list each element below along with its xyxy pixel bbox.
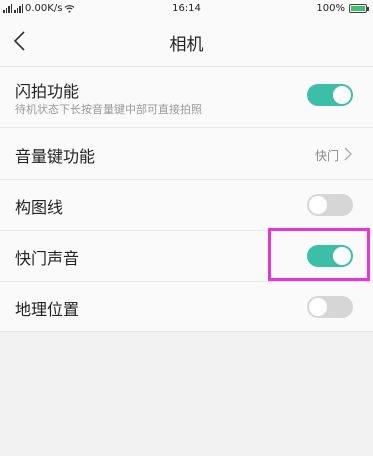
setting-row-location[interactable]: 地理位置: [0, 282, 373, 332]
settings-list: 闪拍功能 待机状态下长按音量键中部可直接拍照 音量键功能 快门 构图线 快门声音…: [0, 67, 373, 332]
page-title: 相机: [169, 35, 204, 55]
flash-toggle[interactable]: [307, 84, 353, 106]
header: 相机: [0, 18, 373, 67]
volume-key-label: 音量键功能: [15, 147, 96, 166]
volume-key-value: 快门: [314, 149, 339, 163]
battery-icon: [349, 4, 369, 13]
setting-row-volume-key[interactable]: 音量键功能 快门: [0, 128, 373, 180]
setting-row-flash[interactable]: 闪拍功能 待机状态下长按音量键中部可直接拍照: [0, 67, 373, 128]
flash-description: 待机状态下长按音量键中部可直接拍照: [15, 103, 202, 116]
chevron-right-icon: [344, 147, 352, 161]
status-right: 100%: [316, 3, 369, 14]
setting-row-grid[interactable]: 构图线: [0, 180, 373, 231]
grid-toggle[interactable]: [307, 194, 353, 216]
status-bar: 0.00K/s 16:14 100%: [0, 0, 373, 18]
grid-label: 构图线: [15, 198, 64, 217]
battery-percent: 100%: [316, 3, 345, 14]
flash-label: 闪拍功能: [15, 82, 80, 101]
location-label: 地理位置: [15, 300, 80, 319]
location-toggle[interactable]: [307, 296, 353, 318]
shutter-sound-label: 快门声音: [15, 249, 80, 268]
highlight-box: [268, 228, 370, 281]
